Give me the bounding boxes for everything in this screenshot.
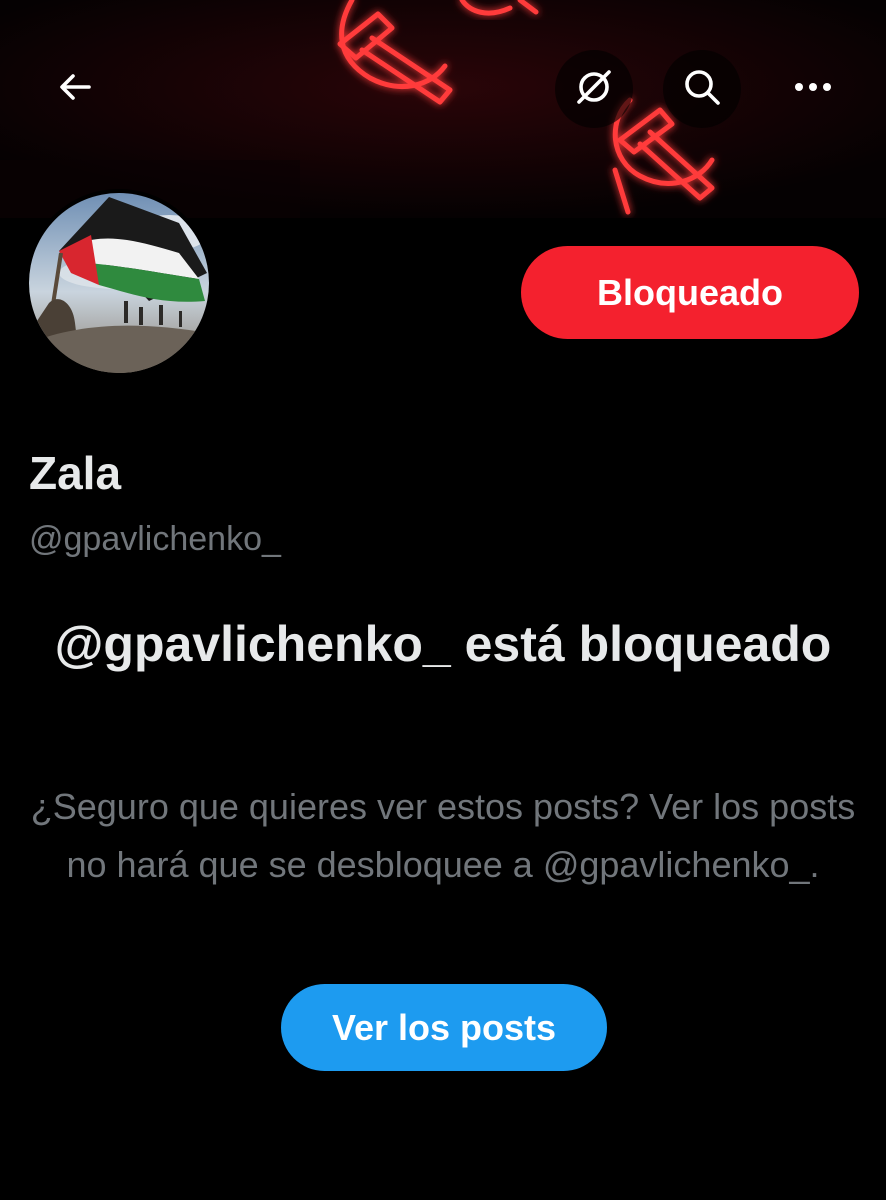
blocked-notice-body: ¿Seguro que quieres ver estos posts? Ver… (30, 786, 856, 885)
avatar[interactable] (25, 189, 213, 377)
neon-hammer-sickle-banner (0, 0, 886, 218)
view-posts-button[interactable]: Ver los posts (281, 984, 607, 1071)
palestinian-flag-avatar (29, 193, 209, 373)
search-icon (681, 66, 723, 113)
profile-name: Zala (29, 447, 122, 499)
more-horizontal-icon (793, 80, 833, 98)
blocked-button-label: Bloqueado (597, 271, 783, 313)
grok-button[interactable] (555, 50, 633, 128)
profile-handle: @gpavlichenko_ (29, 520, 281, 558)
blocked-notice-title: @gpavlichenko_ está bloqueado (54, 616, 832, 672)
view-posts-label: Ver los posts (331, 1006, 557, 1048)
grok-icon (573, 66, 615, 113)
more-button[interactable] (774, 50, 852, 128)
search-button[interactable] (663, 50, 741, 128)
blocked-button[interactable]: Bloqueado (521, 246, 859, 339)
profile-banner[interactable] (0, 0, 886, 218)
back-button[interactable] (36, 50, 114, 128)
arrow-left-icon (55, 67, 95, 112)
